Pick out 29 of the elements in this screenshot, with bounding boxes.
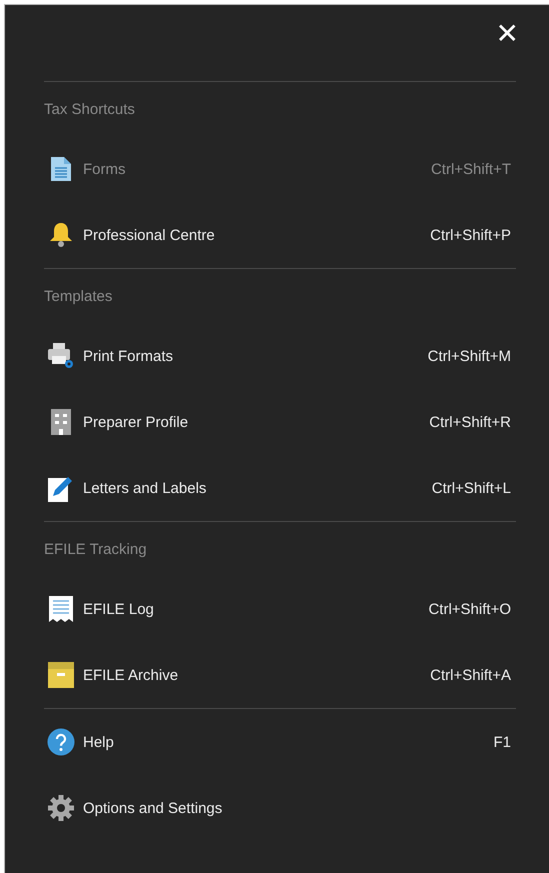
shortcut-label: Ctrl+Shift+L xyxy=(432,480,511,496)
printer-icon xyxy=(47,342,75,370)
menu-item[interactable]: EFILE Archive Ctrl+Shift+A xyxy=(44,642,516,708)
menu-item[interactable]: Professional Centre Ctrl+Shift+P xyxy=(44,202,516,268)
receipt-icon xyxy=(48,595,74,623)
shortcut-label: Ctrl+Shift+P xyxy=(430,226,511,244)
menu-item[interactable]: Print Formats Ctrl+Shift+M xyxy=(44,323,516,389)
shortcut-label: Ctrl+Shift+T xyxy=(430,160,511,178)
section-heading: EFILE Tracking xyxy=(44,540,147,558)
shortcut-label: Ctrl+Shift+A xyxy=(430,666,511,684)
edit-icon xyxy=(48,474,74,502)
menu-item[interactable]: Options and Settings xyxy=(44,775,516,841)
bell-icon xyxy=(48,222,74,248)
building-icon xyxy=(50,409,72,435)
archive-icon xyxy=(47,661,75,689)
shortcut-label: Ctrl+Shift+O xyxy=(428,600,511,618)
help-icon xyxy=(47,728,75,756)
menu-item[interactable]: EFILE Log Ctrl+Shift+O xyxy=(44,576,516,642)
shortcut-label: Ctrl+Shift+R xyxy=(429,414,511,430)
section-heading: Templates xyxy=(44,288,112,304)
menu-item[interactable]: Preparer Profile Ctrl+Shift+R xyxy=(44,389,516,455)
document-icon xyxy=(50,156,72,182)
shortcut-label: Ctrl+Shift+M xyxy=(428,348,511,364)
shortcut-label: F1 xyxy=(493,734,511,750)
close-button[interactable]: ✕ xyxy=(494,19,521,49)
settings-icon xyxy=(47,794,75,822)
menu-item[interactable]: Letters and Labels Ctrl+Shift+L xyxy=(44,455,516,521)
section-heading: Tax Shortcuts xyxy=(44,100,135,118)
menu-item[interactable]: Help F1 xyxy=(44,709,516,775)
